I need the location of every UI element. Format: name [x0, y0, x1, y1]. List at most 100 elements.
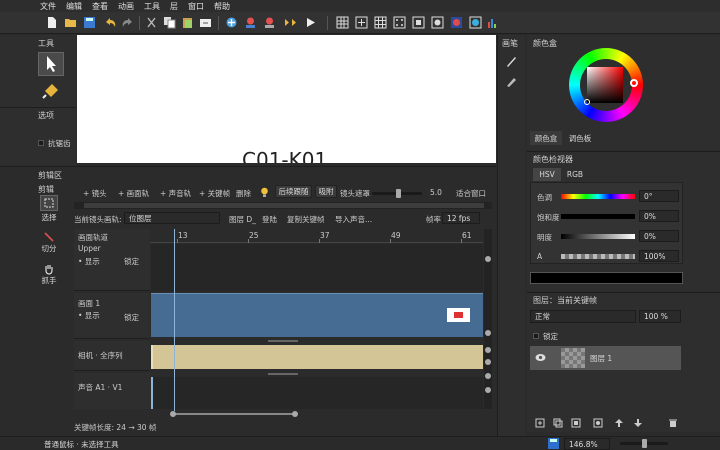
fit-window-button[interactable]: 适合窗口	[456, 188, 486, 199]
track-header-camera[interactable]: 相机 · 全序列	[74, 341, 150, 371]
select-tool-button[interactable]	[38, 52, 64, 76]
prev-next-frame-icon[interactable]	[284, 16, 297, 29]
eye-icon[interactable]	[535, 353, 546, 362]
track-lock-toggle[interactable]: 锁定	[124, 256, 139, 267]
top-scrollbar[interactable]	[74, 202, 492, 209]
alpha-value[interactable]: 100%	[639, 250, 679, 262]
clipboard-icon[interactable]	[199, 16, 212, 29]
menu-edit[interactable]: 编辑	[66, 1, 82, 12]
antialias-checkbox[interactable]	[38, 140, 44, 146]
picture-master-track[interactable]	[151, 244, 483, 291]
light-table-icon[interactable]	[469, 16, 482, 29]
drawing-canvas[interactable]: C01-K01	[77, 35, 496, 163]
split-cut-tool[interactable]: 切分	[38, 231, 60, 257]
save-status-icon[interactable]	[548, 438, 559, 449]
menu-animation[interactable]: 动画	[118, 1, 134, 12]
track-header-sound[interactable]: 声音 A1 · V1	[74, 373, 150, 409]
lock-checkbox[interactable]	[533, 333, 539, 339]
camera-layer-icon[interactable]	[244, 16, 257, 29]
hue-ring[interactable]	[569, 48, 643, 122]
open-folder-icon[interactable]	[64, 16, 77, 29]
field-guide-icon[interactable]	[374, 16, 387, 29]
lens-mask-handle[interactable]	[396, 189, 401, 198]
lens-mask-slider[interactable]	[372, 189, 422, 198]
save-icon[interactable]	[83, 16, 96, 29]
blend-mode-select[interactable]: 正常	[530, 310, 636, 323]
zoom-slider[interactable]	[620, 439, 668, 448]
paste-icon[interactable]	[181, 16, 194, 29]
saturation-value-square[interactable]	[587, 67, 623, 103]
move-down-icon[interactable]	[633, 418, 643, 428]
add-layer-icon[interactable]	[225, 16, 238, 29]
trash-icon[interactable]	[668, 418, 678, 428]
track-lock-toggle[interactable]: 锁定	[124, 312, 139, 323]
zoom-handle[interactable]	[642, 439, 647, 448]
menu-window[interactable]: 窗口	[188, 1, 204, 12]
keyframe-thumbnail[interactable]	[447, 308, 470, 322]
onion-skin-icon[interactable]	[431, 16, 444, 29]
track-show-toggle[interactable]: • 显示	[78, 310, 100, 321]
color-overlay-icon[interactable]	[450, 16, 463, 29]
play-icon[interactable]	[304, 16, 317, 29]
import-sound-button[interactable]: 导入声音...	[335, 214, 372, 225]
add-picture-track-button[interactable]: + 画面轨	[118, 188, 149, 199]
picture-1-track[interactable]	[151, 293, 483, 337]
camera-track-clip[interactable]	[151, 345, 483, 369]
move-up-icon[interactable]	[614, 418, 624, 428]
record-icon[interactable]	[263, 16, 276, 29]
menu-view[interactable]: 查看	[92, 1, 108, 12]
menu-file[interactable]: 文件	[40, 1, 56, 12]
add-shot-button[interactable]: + 镜头	[83, 188, 107, 199]
add-keyframe-button[interactable]: + 关键帧	[199, 188, 230, 199]
lightbulb-icon[interactable]	[260, 187, 269, 198]
menu-layer[interactable]: 层	[170, 1, 178, 12]
safe-area-icon[interactable]	[412, 16, 425, 29]
menu-tools[interactable]: 工具	[144, 1, 160, 12]
grid-icon[interactable]	[336, 16, 349, 29]
tab-rgb[interactable]: RGB	[561, 168, 589, 181]
frame-rate-input[interactable]: 12 fps	[442, 212, 480, 224]
track-header-picture-master[interactable]: 画面轨道 Upper • 显示 锁定	[74, 229, 150, 291]
hue-slider[interactable]	[561, 194, 635, 199]
value-value[interactable]: 0%	[639, 230, 679, 242]
tab-color-box[interactable]: 颜色盒	[530, 131, 562, 145]
dot-grid-icon[interactable]	[393, 16, 406, 29]
select-cut-tool[interactable]: 选择	[38, 195, 60, 225]
group-icon[interactable]	[593, 418, 603, 428]
undo-icon[interactable]	[104, 16, 117, 29]
redo-icon[interactable]	[121, 16, 134, 29]
menu-help[interactable]: 帮助	[214, 1, 230, 12]
marker-brush-icon[interactable]	[505, 75, 518, 88]
sv-handle[interactable]	[584, 99, 590, 105]
merge-icon[interactable]	[571, 418, 581, 428]
horizontal-scrollbar[interactable]	[170, 411, 298, 417]
copy-icon[interactable]	[163, 16, 176, 29]
continuous-follow-button[interactable]: 后续跟随	[275, 185, 312, 198]
delete-button[interactable]: 删除	[236, 188, 251, 199]
center-icon[interactable]	[355, 16, 368, 29]
hue-handle[interactable]	[630, 79, 638, 87]
layer-d-label[interactable]: 图层 D_	[229, 214, 256, 225]
layer-row[interactable]: 图层 1	[530, 346, 681, 370]
cut-icon[interactable]	[145, 16, 158, 29]
saturation-value[interactable]: 0%	[639, 210, 679, 222]
add-sound-track-button[interactable]: + 声音轨	[160, 188, 191, 199]
playhead[interactable]	[174, 229, 175, 411]
layer-opacity-input[interactable]: 100 %	[639, 310, 681, 323]
saturation-slider[interactable]	[561, 214, 635, 219]
zoom-level[interactable]: 146.8%	[564, 438, 610, 450]
fill-tool-button[interactable]	[38, 79, 64, 101]
snap-button[interactable]: 吸附	[315, 185, 337, 198]
login-button[interactable]: 登陆	[262, 214, 277, 225]
copy-keyframe-button[interactable]: 复制关键帧	[287, 214, 325, 225]
track-header-picture-1[interactable]: 画面 1 • 显示 锁定	[74, 293, 150, 339]
tab-hsv[interactable]: HSV	[533, 168, 561, 181]
tab-palette[interactable]: 调色板	[564, 131, 596, 145]
current-track-select[interactable]: 位图层	[124, 212, 220, 224]
hue-value[interactable]: 0°	[639, 190, 679, 202]
track-show-toggle[interactable]: • 显示	[78, 256, 100, 267]
new-file-icon[interactable]	[45, 16, 58, 29]
vertical-scrollbar[interactable]	[484, 229, 492, 409]
duplicate-icon[interactable]	[553, 418, 563, 428]
add-icon[interactable]	[535, 418, 545, 428]
